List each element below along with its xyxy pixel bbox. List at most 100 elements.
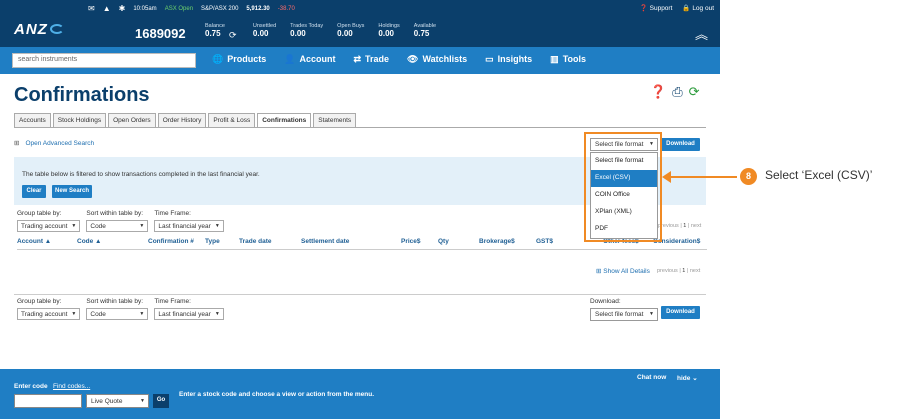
step-number-badge: 8 (740, 168, 757, 185)
anz-logo[interactable]: ANZ (14, 21, 64, 38)
index-change: -38.70 (277, 5, 295, 12)
time-frame-field: Time Frame: Last financial year ▼ (154, 210, 224, 232)
col-account[interactable]: Account ▲ (17, 238, 51, 245)
stock-code-input[interactable] (14, 394, 82, 408)
group-by-field: Group table by: Trading account ▼ (17, 298, 81, 320)
find-codes-link[interactable]: Find codes... (53, 383, 90, 390)
tab-open-orders[interactable]: Open Orders (108, 113, 156, 128)
annotation-arrow-head-icon (662, 171, 671, 183)
stat-holdings: Holdings 0.00 (378, 23, 400, 38)
nav-products[interactable]: 🌐 Products (212, 54, 266, 65)
main-nav: search instruments 🌐 Products 👤 Account ⇄ T… (0, 47, 720, 74)
tab-statements[interactable]: Statements (313, 113, 357, 128)
pager-page[interactable]: 1 (682, 268, 685, 274)
tab-accounts[interactable]: Accounts (14, 113, 51, 128)
show-all-details-link[interactable]: ⊞ Show All Details (596, 267, 650, 275)
pager-next[interactable]: next (691, 223, 701, 229)
help-icon: ❓ (639, 5, 648, 12)
support-link[interactable]: ❓ Support (640, 4, 673, 12)
dropdown-arrow-icon: ▼ (71, 223, 77, 229)
dropdown-arrow-icon: ▼ (214, 311, 220, 317)
nav-watchlists[interactable]: 👁 Watchlists (407, 54, 467, 65)
annotation-arrow-line (669, 176, 737, 178)
col-price[interactable]: Price$ (401, 238, 421, 245)
nav-account[interactable]: 👤 Account (284, 54, 335, 65)
top-bar: ✉ ▲ ✱ 10:05am ASX Open S&P/ASX 200 5,912… (0, 0, 720, 47)
advanced-search-link[interactable]: ⊞ Open Advanced Search (14, 139, 94, 147)
account-stats: Balance 0.75 Unsettled 0.00 Trades Today 0.… (205, 23, 436, 38)
col-confirmation[interactable]: Confirmation # (148, 238, 194, 245)
alert-icon[interactable]: ▲ (103, 4, 111, 13)
top-links: ❓ Support 🔒 Log out (640, 4, 714, 12)
time-frame-field: Time Frame: Last financial year ▼ (154, 298, 224, 320)
chat-now-link[interactable]: Chat now (637, 374, 666, 381)
group-by-select[interactable]: Trading account ▼ (17, 220, 81, 232)
sort-by-select[interactable]: Code ▼ (86, 308, 149, 320)
logout-link[interactable]: 🔒 Log out (682, 4, 714, 12)
col-type[interactable]: Type (205, 238, 220, 245)
col-code[interactable]: Code ▲ (77, 238, 102, 245)
collapse-chevron-icon[interactable]: ︽ (695, 24, 708, 43)
download-button-top[interactable]: Download (661, 138, 700, 151)
user-icon: 👤 (284, 54, 296, 64)
step-instruction: Select ‘Excel (CSV)’ (765, 168, 873, 182)
monitor-icon: ▭ (485, 54, 494, 64)
chevron-down-icon: ⌄ (692, 375, 698, 382)
tab-divider (14, 127, 706, 128)
mail-icon[interactable]: ✉ (88, 4, 95, 13)
stat-open-buys: Open Buys 0.00 (337, 23, 365, 38)
nav-insights[interactable]: ▭ Insights (485, 54, 532, 65)
download-caption: Download: (590, 298, 621, 305)
logo-swirl-icon (49, 24, 64, 34)
page-title: Confirmations (14, 84, 150, 106)
index-name: S&P/ASX 200 (201, 5, 239, 12)
filter-info-text: The table below is filtered to show tran… (22, 171, 260, 178)
lock-icon: 🔒 (682, 5, 691, 12)
print-icon[interactable]: ⎙ (672, 84, 682, 100)
expand-plus-icon: ⊞ (14, 140, 20, 147)
tab-order-history[interactable]: Order History (157, 113, 207, 128)
col-gst[interactable]: GST$ (536, 238, 553, 245)
nav-tools[interactable]: ▥ Tools (550, 54, 586, 65)
nav-trade[interactable]: ⇄ Trade (353, 54, 389, 65)
group-by-field: Group table by: Trading account ▼ (17, 210, 81, 232)
col-brokerage[interactable]: Brokerage$ (479, 238, 515, 245)
col-settlement-date[interactable]: Settlement date (301, 238, 349, 245)
file-format-select-bottom[interactable]: Select file format ▼ (590, 308, 658, 321)
annotation-highlight-box (584, 132, 662, 242)
go-button[interactable]: Go (153, 394, 169, 408)
col-trade-date[interactable]: Trade date (239, 238, 272, 245)
globe-icon: 🌐 (212, 54, 224, 64)
time-frame-select[interactable]: Last financial year ▼ (154, 220, 224, 232)
account-number[interactable]: 1689092 (135, 26, 186, 41)
pager-prev[interactable]: previous (657, 268, 678, 274)
tab-confirmations[interactable]: Confirmations (257, 113, 312, 128)
time-frame-select[interactable]: Last financial year ▼ (154, 308, 224, 320)
tab-profit-loss[interactable]: Profit & Loss (208, 113, 256, 128)
stat-available: Available 0.75 (413, 23, 437, 38)
hide-footer-link[interactable]: hide ⌄ (677, 374, 698, 382)
sort-by-select[interactable]: Code ▼ (86, 220, 149, 232)
dropdown-arrow-icon: ▼ (649, 311, 654, 317)
help-icon[interactable]: ❓ (650, 84, 666, 100)
gear-icon[interactable]: ✱ (119, 4, 126, 13)
pager-page[interactable]: 1 (683, 223, 686, 229)
quote-view-select[interactable]: Live Quote ▼ (86, 394, 149, 408)
bar-chart-icon: ▥ (550, 54, 559, 64)
col-qty[interactable]: Qty (438, 238, 449, 245)
pager-next[interactable]: next (690, 268, 700, 274)
tab-stock-holdings[interactable]: Stock Holdings (52, 113, 107, 128)
new-search-button[interactable]: New Search (52, 185, 92, 198)
enter-code-label: Enter code (14, 383, 48, 390)
group-by-select[interactable]: Trading account ▼ (17, 308, 81, 320)
search-input[interactable]: search instruments (12, 53, 196, 68)
refresh-icon[interactable]: ⟳ (689, 84, 700, 100)
market-status: ASX Open (164, 5, 194, 12)
download-button-bottom[interactable]: Download (661, 306, 700, 319)
filter-controls-top: Group table by: Trading account ▼ Sort wi… (17, 210, 224, 232)
pager-top: previous | 1 | next (658, 223, 702, 229)
binoculars-icon: 👁 (407, 54, 419, 64)
clear-button[interactable]: Clear (22, 185, 46, 198)
refresh-balances-icon[interactable]: ⟳ (229, 30, 237, 41)
section-divider (14, 294, 706, 295)
